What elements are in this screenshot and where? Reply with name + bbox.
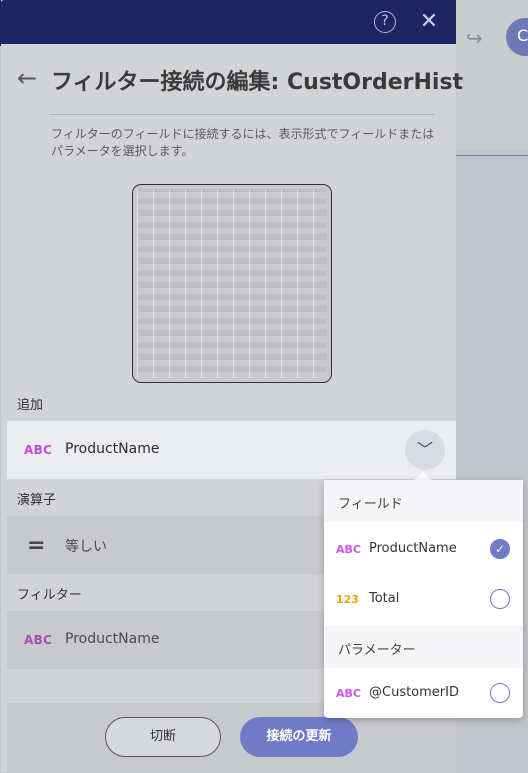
close-icon[interactable]: ✕ [418, 11, 440, 33]
background-divider [456, 155, 528, 156]
disconnect-button[interactable]: 切断 [105, 717, 221, 757]
help-icon[interactable]: ? [374, 11, 396, 33]
dropdown-option-customerid[interactable]: ABC @CustomerID [324, 670, 523, 718]
add-field-selector[interactable]: ABC ProductName ﹀ [7, 421, 456, 479]
filter-field-value: ProductName [65, 631, 160, 647]
text-type-badge: ABC [24, 633, 53, 647]
text-type-badge: ABC [336, 687, 361, 700]
add-section-label: 追加 [17, 398, 44, 413]
background-toolbar: ↪ C [456, 0, 528, 150]
redo-icon[interactable]: ↪ [466, 26, 483, 50]
text-type-badge: ABC [336, 543, 361, 556]
option-label: ProductName [369, 541, 457, 556]
parameters-group-header: パラメーター [324, 626, 523, 668]
number-type-badge: 123 [336, 593, 359, 606]
operator-value: 等しい [65, 539, 107, 555]
add-field-value: ProductName [65, 441, 160, 457]
option-label: Total [369, 591, 400, 606]
operator-section-label: 演算子 [17, 493, 57, 508]
fields-group-header: フィールド [324, 480, 523, 522]
dropdown-option-productname[interactable]: ABC ProductName ✓ [324, 526, 523, 574]
chevron-down-icon[interactable]: ﹀ [405, 430, 445, 470]
field-dropdown-menu: フィールド ABC ProductName ✓ 123 Total パラメーター… [324, 480, 523, 718]
title-row: ← フィルター接続の編集: CustOrderHist [1, 60, 463, 100]
radio-unchecked-icon[interactable] [490, 683, 510, 703]
dialog-description: フィルターのフィールドに接続するには、表示形式でフィールドまたはパラメータを選択… [51, 127, 435, 158]
option-label: @CustomerID [369, 685, 459, 700]
radio-checked-icon[interactable]: ✓ [490, 539, 510, 559]
dialog-title: フィルター接続の編集: CustOrderHist [51, 70, 464, 95]
back-arrow-icon[interactable]: ← [17, 64, 37, 92]
text-type-badge: ABC [24, 443, 53, 457]
grid-thumbnail [137, 189, 327, 378]
account-button[interactable]: C [506, 18, 528, 56]
dialog-header: ? ✕ [1, 0, 456, 44]
dropdown-option-total[interactable]: 123 Total [324, 576, 523, 624]
filter-section-label: フィルター [17, 588, 82, 603]
title-divider [49, 114, 435, 115]
equals-icon: = [27, 533, 46, 558]
update-connection-button[interactable]: 接続の更新 [240, 717, 358, 757]
radio-unchecked-icon[interactable] [490, 589, 510, 609]
visualization-preview [132, 184, 332, 383]
